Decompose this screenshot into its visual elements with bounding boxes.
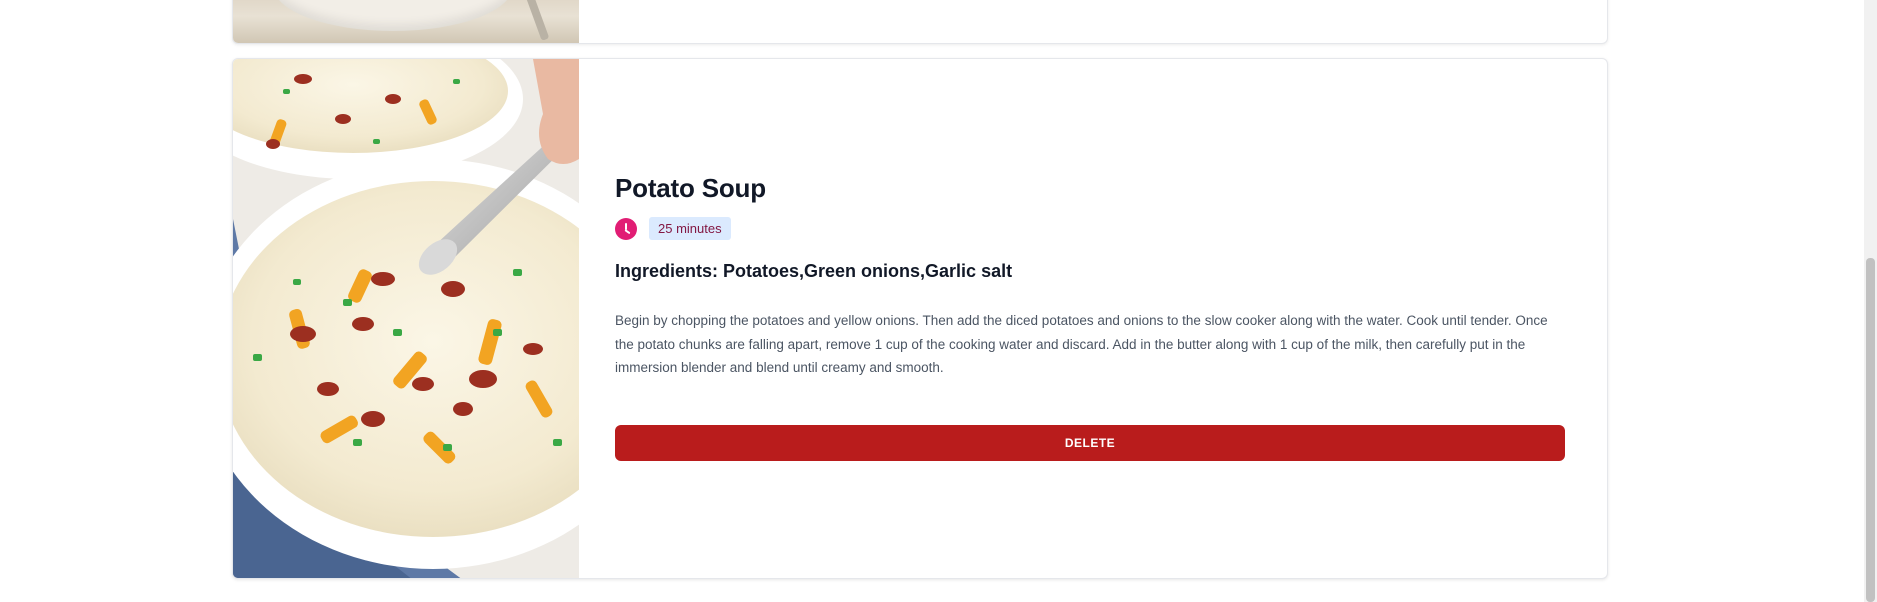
page-scrollbar[interactable]	[1864, 0, 1877, 602]
recipe-title: Potato Soup	[615, 173, 766, 203]
recipe-meta: 25 minutes	[615, 217, 731, 240]
recipe-image	[233, 59, 579, 578]
recipe-image-previous	[233, 0, 579, 43]
page: Potato Soup 25 minutes Ingredients: Pota…	[0, 0, 1877, 602]
delete-button[interactable]: DELETE	[615, 425, 1565, 461]
recipe-content: Potato Soup 25 minutes Ingredients: Pota…	[615, 59, 1567, 578]
recipe-card: Potato Soup 25 minutes Ingredients: Pota…	[232, 58, 1608, 579]
recipe-ingredients: Ingredients: Potatoes,Green onions,Garli…	[615, 261, 1013, 281]
recipe-instructions: Begin by chopping the potatoes and yello…	[615, 313, 1548, 375]
recipe-card-previous	[232, 0, 1608, 44]
time-badge: 25 minutes	[649, 217, 731, 240]
scrollbar-thumb[interactable]	[1866, 258, 1875, 602]
clock-icon	[615, 217, 637, 240]
